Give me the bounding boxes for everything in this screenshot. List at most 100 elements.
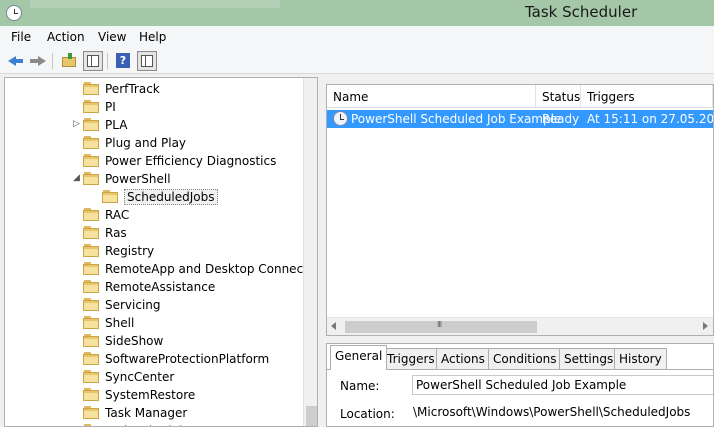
tree-item[interactable]: SystemRestore bbox=[5, 386, 303, 404]
tree-item-label: PowerShell bbox=[105, 172, 171, 186]
folder-icon bbox=[83, 406, 99, 419]
tree-item[interactable]: Ras bbox=[5, 224, 303, 242]
menu-action[interactable]: Action bbox=[47, 30, 85, 44]
tree-item-label: PI bbox=[105, 100, 116, 114]
folder-front-shape bbox=[84, 357, 98, 364]
folder-icon bbox=[83, 352, 99, 365]
tree-item[interactable]: SideShow bbox=[5, 332, 303, 350]
console-tree[interactable]: Task Scheduler Task Manager SystemRestore S… bbox=[4, 77, 318, 427]
folder-front-shape bbox=[84, 105, 98, 112]
tree-vertical-scrollbar[interactable] bbox=[303, 78, 317, 426]
tree-item-label: ScheduledJobs bbox=[124, 189, 218, 205]
folder-front-shape bbox=[84, 249, 98, 256]
tree-item[interactable]: ◢ PowerShell bbox=[5, 170, 303, 188]
expand-arrow-icon[interactable]: ▷ bbox=[73, 119, 80, 129]
folder-icon bbox=[83, 298, 99, 311]
tree-item[interactable]: PerfTrack bbox=[5, 80, 303, 98]
tree-item[interactable]: ▷ PLA bbox=[5, 116, 303, 134]
tree-item-label: Task Manager bbox=[105, 406, 188, 420]
tree-item-label: SoftwareProtectionPlatform bbox=[105, 352, 270, 366]
title-bar-blur bbox=[30, 0, 280, 8]
location-label: Location: bbox=[340, 407, 395, 421]
title-bar[interactable]: Task Scheduler bbox=[0, 0, 714, 26]
task-name: PowerShell Scheduled Job Example bbox=[351, 112, 562, 126]
action-pane-icon bbox=[141, 55, 153, 67]
tree-item[interactable]: RAC bbox=[5, 206, 303, 224]
folder-front-shape bbox=[84, 303, 98, 310]
pane-splitter[interactable] bbox=[318, 77, 326, 427]
tree-item[interactable]: RemoteAssistance bbox=[5, 278, 303, 296]
tree-item[interactable]: ScheduledJobs bbox=[5, 188, 303, 206]
help-button[interactable]: ? bbox=[113, 51, 133, 71]
tree-item-label: SideShow bbox=[105, 334, 164, 348]
task-list[interactable]: Name Status Triggers PowerShell Schedule… bbox=[326, 84, 714, 336]
column-header-name[interactable]: Name bbox=[327, 85, 536, 108]
tab-history[interactable]: History bbox=[614, 348, 667, 369]
folder-icon bbox=[83, 154, 99, 167]
folder-icon bbox=[83, 244, 99, 257]
show-hide-action-pane-button[interactable] bbox=[137, 51, 157, 71]
menu-bar: File Action View Help bbox=[0, 26, 714, 48]
tree-item[interactable]: SoftwareProtectionPlatform bbox=[5, 350, 303, 368]
toolbar-separator bbox=[52, 53, 53, 69]
tree-item-label: Plug and Play bbox=[105, 136, 187, 150]
task-scheduler-app-icon[interactable] bbox=[6, 5, 22, 21]
scroll-left-arrow-icon[interactable] bbox=[331, 322, 336, 330]
menu-help[interactable]: Help bbox=[139, 30, 166, 44]
tab-triggers[interactable]: Triggers bbox=[382, 348, 440, 369]
folder-front-shape bbox=[84, 411, 98, 418]
folder-icon bbox=[83, 226, 99, 239]
tree-item[interactable]: Task Manager bbox=[5, 404, 303, 422]
menu-file[interactable]: File bbox=[11, 30, 31, 44]
menu-view[interactable]: View bbox=[98, 30, 126, 44]
task-list-horizontal-scrollbar[interactable]: III bbox=[327, 317, 713, 335]
folder-front-shape bbox=[84, 339, 98, 346]
tree-item[interactable]: Task Scheduler bbox=[5, 422, 303, 426]
show-hide-console-tree-button[interactable] bbox=[83, 51, 103, 71]
folder-icon bbox=[83, 208, 99, 221]
tree-item-label: RemoteAssistance bbox=[105, 280, 216, 294]
tree-item[interactable]: Registry bbox=[5, 242, 303, 260]
task-row[interactable]: PowerShell Scheduled Job Example Ready A… bbox=[327, 110, 713, 128]
tree-item-label: PLA bbox=[105, 118, 128, 132]
tab-conditions[interactable]: Conditions bbox=[488, 348, 562, 369]
toolbar-separator bbox=[107, 53, 108, 69]
folder-icon bbox=[83, 334, 99, 347]
folder-front-shape bbox=[84, 123, 98, 130]
tree-item[interactable]: SyncCenter bbox=[5, 368, 303, 386]
back-button[interactable] bbox=[6, 51, 26, 71]
tree-item[interactable]: Plug and Play bbox=[5, 134, 303, 152]
tree-item[interactable]: Power Efficiency Diagnostics bbox=[5, 152, 303, 170]
tree-item-label: Shell bbox=[105, 316, 135, 330]
tree-item[interactable]: Shell bbox=[5, 314, 303, 332]
folder-icon bbox=[83, 370, 99, 383]
scroll-right-arrow-icon[interactable] bbox=[703, 322, 708, 330]
folder-front-shape bbox=[84, 159, 98, 166]
column-header-status[interactable]: Status bbox=[536, 85, 581, 108]
tab-general[interactable]: General bbox=[330, 345, 388, 370]
folder-icon bbox=[83, 100, 99, 113]
tree-item-label: RemoteApp and Desktop Connection bbox=[105, 262, 318, 276]
tree-item[interactable]: Servicing bbox=[5, 296, 303, 314]
tab-settings[interactable]: Settings bbox=[559, 348, 619, 369]
folder-icon bbox=[83, 136, 99, 149]
help-icon: ? bbox=[116, 53, 130, 68]
folder-icon bbox=[102, 190, 118, 203]
up-one-level-button[interactable] bbox=[59, 51, 79, 71]
tree-item-label: Power Efficiency Diagnostics bbox=[105, 154, 277, 168]
folder-front-shape bbox=[84, 87, 98, 94]
folder-icon bbox=[83, 82, 99, 95]
tab-actions[interactable]: Actions bbox=[436, 348, 490, 369]
toolbar: ? bbox=[0, 48, 714, 74]
tree-item-label: PerfTrack bbox=[105, 82, 160, 96]
tree-scroll-thumb[interactable] bbox=[306, 406, 317, 426]
folder-front-shape bbox=[84, 375, 98, 382]
folder-front-shape bbox=[84, 213, 98, 220]
collapse-arrow-icon[interactable]: ◢ bbox=[73, 173, 80, 183]
tree-item[interactable]: RemoteApp and Desktop Connection bbox=[5, 260, 317, 278]
up-folder-icon bbox=[62, 53, 76, 67]
column-header-triggers[interactable]: Triggers bbox=[581, 85, 713, 108]
name-field[interactable]: PowerShell Scheduled Job Example bbox=[412, 375, 713, 395]
tree-item[interactable]: PI bbox=[5, 98, 303, 116]
forward-button[interactable] bbox=[28, 51, 48, 71]
